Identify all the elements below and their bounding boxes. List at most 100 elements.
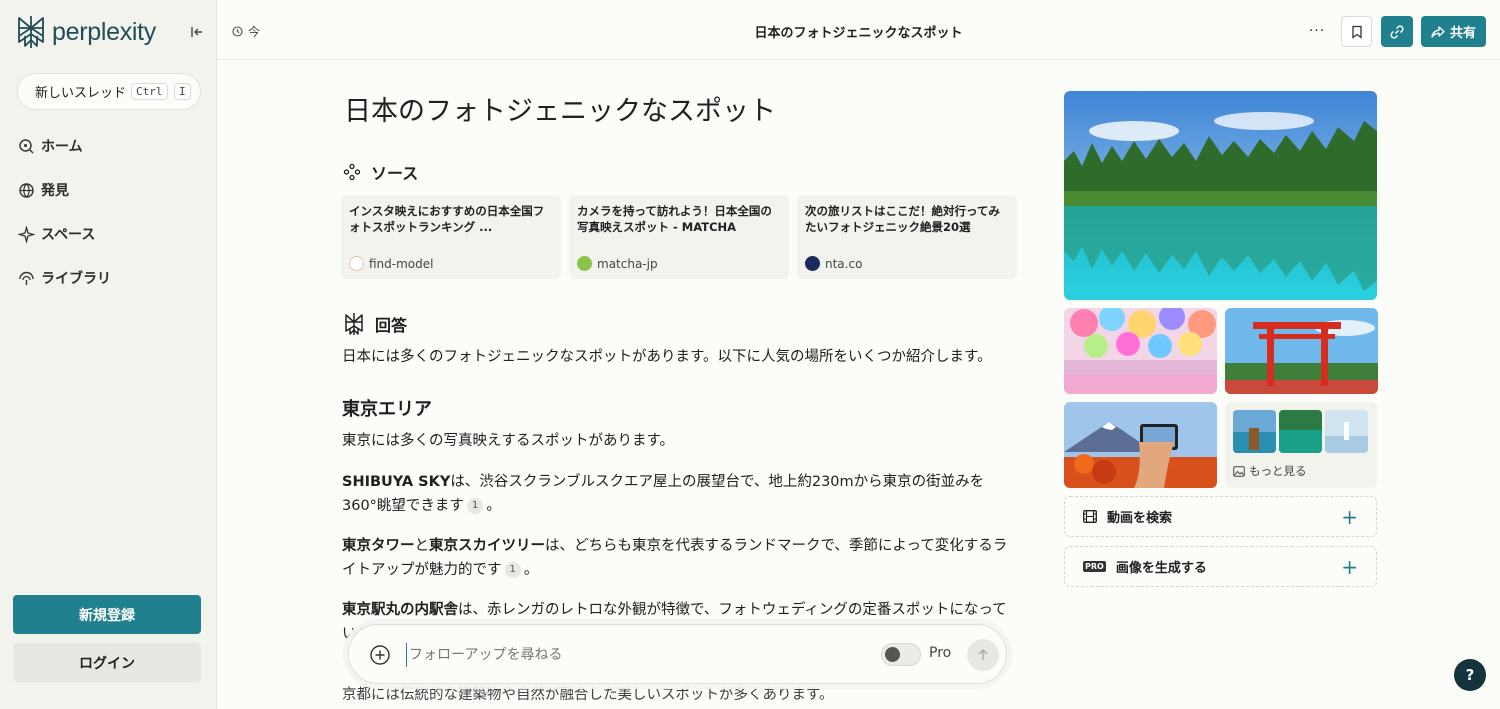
- sidebar-item-label: ライブラリ: [41, 271, 111, 287]
- image-blue-pond[interactable]: [1064, 91, 1377, 300]
- login-button[interactable]: ログイン: [13, 643, 201, 682]
- bookmark-icon: [1351, 25, 1362, 39]
- favicon-icon: [805, 256, 820, 271]
- source-meta: matcha-jp: [577, 256, 658, 271]
- arrow-up-icon: [978, 648, 988, 660]
- share-button[interactable]: 共有: [1421, 16, 1486, 47]
- thumbnail-image: [1279, 410, 1322, 453]
- sidebar-item-label: スペース: [41, 227, 96, 243]
- period: 。: [523, 562, 539, 578]
- source-site: find-model: [369, 256, 434, 271]
- image-torii-gate[interactable]: [1225, 308, 1378, 394]
- sidebar-item-spaces[interactable]: スペース: [18, 219, 111, 249]
- sidebar-nav: ホーム 発見 スペース ライブラリ: [18, 131, 111, 307]
- answer-heading: 回答: [343, 312, 407, 336]
- tokyo-intro: 東京には多くの写真映えするスポットがあります。: [342, 433, 675, 449]
- sidebar-item-label: ホーム: [41, 139, 83, 155]
- bookmark-button[interactable]: [1341, 16, 1372, 47]
- more-images-label: もっと見る: [1233, 463, 1307, 479]
- favicon-icon: [577, 256, 592, 271]
- signup-button[interactable]: 新規登録: [13, 595, 201, 634]
- generate-image-button[interactable]: PRO 画像を生成する +: [1064, 546, 1377, 587]
- source-site: matcha-jp: [597, 256, 658, 271]
- more-images-button[interactable]: もっと見る: [1225, 402, 1377, 488]
- source-title: インスタ映えにおすすめの日本全国フォトスポットランキング ...: [349, 204, 545, 234]
- sidebar-item-discover[interactable]: 発見: [18, 175, 111, 205]
- add-attachment-icon[interactable]: [369, 644, 391, 666]
- sources-heading-label: ソース: [371, 164, 419, 183]
- collapse-icon: [191, 27, 202, 37]
- source-meta: find-model: [349, 256, 433, 271]
- thumbnail-image: [1325, 410, 1368, 453]
- source-card[interactable]: インスタ映えにおすすめの日本全国フォトスポットランキング ... find-mo…: [341, 195, 561, 279]
- copy-link-button[interactable]: [1381, 16, 1413, 47]
- logo-text: perplexity: [52, 17, 156, 46]
- generate-image-label: 画像を生成する: [1115, 561, 1207, 576]
- followup-input[interactable]: [406, 643, 846, 667]
- link-icon: [1390, 24, 1404, 39]
- bold-term: SHIBUYA SKY: [342, 474, 451, 490]
- toggle-knob: [885, 647, 900, 662]
- answer-paragraph-tower: 東京タワーと東京スカイツリーは、どちらも東京を代表するランドマークで、季節によっ…: [342, 534, 1017, 582]
- help-button[interactable]: ?: [1454, 659, 1486, 691]
- share-icon: [1431, 25, 1445, 38]
- sidebar-item-library[interactable]: ライブラリ: [18, 263, 111, 293]
- answer-intro: 日本には多くのフォトジェニックなスポットがあります。以下に人気の場所をいくつか紹…: [342, 349, 992, 365]
- share-label: 共有: [1449, 26, 1476, 41]
- more-label-text: もっと見る: [1249, 464, 1307, 478]
- sidebar-item-label: 発見: [41, 183, 69, 199]
- bold-term: 東京駅丸の内駅舎: [342, 602, 458, 618]
- bold-term: 東京スカイツリー: [429, 538, 545, 554]
- collapse-sidebar-button[interactable]: [187, 22, 207, 42]
- plus-icon: +: [1341, 555, 1358, 579]
- source-title: 次の旅リストはここだ！絶対行ってみたいフォトジェニック絶景20選: [805, 204, 1000, 234]
- citation-badge[interactable]: 1: [504, 562, 521, 578]
- torii-image: [1225, 308, 1378, 394]
- submit-button[interactable]: [967, 639, 999, 671]
- pro-label: Pro: [929, 645, 952, 661]
- sources-icon: [343, 163, 361, 181]
- tokyo-heading: 東京エリア: [342, 399, 432, 420]
- shortcut-i: I: [174, 83, 191, 100]
- answer-column: 日本のフォトジェニックなスポット ソース インスタ映えにおすすめの日本全国フォト…: [341, 60, 1021, 709]
- source-site: nta.co: [825, 256, 863, 271]
- thread-header: 今 日本のフォトジェニックなスポット ··· 共有: [217, 0, 1500, 60]
- source-title: カメラを持って訪れよう！日本全国の写真映えスポット - MATCHA: [577, 204, 772, 234]
- source-meta: nta.co: [805, 256, 862, 271]
- answer-paragraph-shibuya: SHIBUYA SKYは、渋谷スクランブルスクエア屋上の展望台で、地上約230m…: [342, 470, 1017, 518]
- followup-bar: Pro: [348, 624, 1007, 684]
- fuji-image: [1064, 402, 1217, 488]
- new-thread-button[interactable]: 新しいスレッド Ctrl I: [17, 73, 201, 110]
- library-icon: [19, 271, 34, 285]
- sidebar: perplexity 新しいスレッド Ctrl I ホーム 発見 スペース ライ…: [0, 0, 217, 709]
- plus-icon: +: [1341, 505, 1358, 529]
- citation-badge[interactable]: 1: [466, 498, 484, 514]
- kyoto-paragraph: 京都には伝統的な建築物や自然が融合した美しいスポットが多くあります。: [342, 687, 834, 703]
- more-options-button[interactable]: ···: [1303, 18, 1331, 44]
- period: 。: [486, 498, 501, 514]
- thumbnail-image: [1233, 410, 1276, 453]
- page-title: 日本のフォトジェニックなスポット: [344, 96, 776, 127]
- image-icon: [1233, 465, 1245, 477]
- shortcut-ctrl: Ctrl: [131, 83, 168, 100]
- favicon-icon: [349, 256, 364, 271]
- pro-toggle[interactable]: [881, 643, 921, 666]
- pro-badge-icon: PRO: [1083, 561, 1106, 572]
- sources-list: インスタ映えにおすすめの日本全国フォトスポットランキング ... find-mo…: [341, 195, 1017, 279]
- sparkle-icon: [18, 225, 35, 243]
- image-umbrella-sky[interactable]: [1064, 308, 1217, 394]
- answer-heading-label: 回答: [375, 316, 408, 335]
- sources-heading: ソース: [343, 160, 418, 184]
- search-icon: [19, 138, 34, 153]
- umbrella-image: [1064, 308, 1217, 394]
- source-card[interactable]: カメラを持って訪れよう！日本全国の写真映えスポット - MATCHA match…: [569, 195, 789, 279]
- source-card[interactable]: 次の旅リストはここだ！絶対行ってみたいフォトジェニック絶景20選 nta.co: [797, 195, 1017, 279]
- new-thread-label: 新しいスレッド: [35, 86, 127, 101]
- perplexity-logo-icon: [18, 16, 44, 48]
- sidebar-item-home[interactable]: ホーム: [18, 131, 111, 161]
- image-fuji-castle[interactable]: [1064, 402, 1217, 488]
- conjunction: と: [414, 538, 430, 554]
- logo[interactable]: perplexity: [16, 14, 156, 50]
- search-videos-label: 動画を検索: [1107, 511, 1173, 526]
- search-videos-button[interactable]: 動画を検索 +: [1064, 496, 1377, 537]
